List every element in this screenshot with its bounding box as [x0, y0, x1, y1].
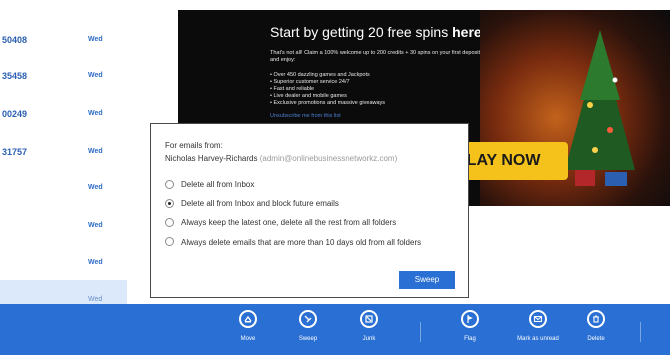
ad-bullet: • Superior customer service 24/7 — [270, 79, 350, 85]
delete-command[interactable]: Delete — [574, 310, 618, 342]
command-label: Delete — [587, 336, 605, 342]
list-item[interactable]: 31757 Wed — [0, 134, 127, 170]
separator — [420, 322, 421, 342]
message-date: Wed — [88, 259, 103, 266]
option-label: Always delete emails that are more than … — [181, 238, 422, 247]
flag-icon — [461, 310, 479, 328]
ad-bullet: • Over 450 dazzling games and Jackpots — [270, 72, 370, 78]
sender-email: (admin@onlinebusinessnetworkz.com) — [259, 154, 398, 163]
message-date: Wed — [88, 148, 103, 155]
separator — [640, 322, 641, 342]
message-date: Wed — [88, 72, 103, 79]
unsubscribe-link[interactable]: Unsubscribe me from this list — [270, 113, 341, 119]
list-item[interactable]: Wed — [0, 170, 127, 206]
move-icon — [239, 310, 257, 328]
list-item[interactable]: 35458 Wed — [0, 58, 127, 94]
list-item[interactable]: 00249 Wed — [0, 96, 127, 132]
message-date: Wed — [88, 222, 103, 229]
command-label: Sweep — [298, 336, 318, 342]
radio-button-selected[interactable] — [165, 199, 174, 208]
sweep-icon — [299, 310, 317, 328]
list-item[interactable]: Wed — [0, 208, 127, 244]
list-item-selected[interactable]: Wed — [0, 280, 127, 304]
message-sender: 00249 — [2, 109, 28, 119]
ad-intro: That's not all! Claim a 100% welcome up … — [270, 50, 481, 63]
junk-icon — [360, 310, 378, 328]
app-bar: Move Sweep Junk Flag Mark as unread Dele… — [0, 304, 670, 355]
sweep-command[interactable]: Sweep — [286, 310, 330, 342]
message-sender: 50408 — [2, 35, 28, 45]
junk-command[interactable]: Junk — [347, 310, 391, 342]
message-date: Wed — [88, 110, 103, 117]
ad-bullet: • Live dealer and mobile games — [270, 93, 347, 99]
move-command[interactable]: Move — [226, 310, 270, 342]
command-label: Mark as unread — [517, 336, 559, 342]
sender-line: Nicholas Harvey-Richards (admin@onlinebu… — [165, 154, 397, 163]
option-label: Delete all from Inbox — [181, 180, 255, 189]
delete-icon — [587, 310, 605, 328]
command-label: Move — [240, 336, 256, 342]
command-label: Junk — [362, 336, 376, 342]
list-item[interactable]: 50408 Wed — [0, 22, 127, 58]
option-label: Delete all from Inbox and block future e… — [181, 199, 339, 208]
ad-title: Start by getting 20 free spins here — [270, 24, 482, 40]
ad-bullet: • Fast and reliable — [270, 86, 315, 92]
message-date: Wed — [88, 184, 103, 191]
flag-command[interactable]: Flag — [448, 310, 492, 342]
message-sender: 31757 — [2, 147, 28, 157]
command-label: Flag — [464, 336, 476, 342]
dialog-header: For emails from: — [165, 141, 223, 150]
radio-button[interactable] — [165, 180, 174, 189]
list-item[interactable]: Wed — [0, 245, 127, 281]
message-sender: 35458 — [2, 71, 28, 81]
sweep-button[interactable]: Sweep — [399, 271, 455, 289]
sweep-dialog: For emails from: Nicholas Harvey-Richard… — [150, 123, 469, 298]
radio-button[interactable] — [165, 218, 174, 227]
ad-bullet: • Exclusive promotions and massive givea… — [270, 100, 386, 106]
email-list: 50408 Wed 35458 Wed 00249 Wed 31757 Wed … — [0, 0, 127, 304]
option-label: Always keep the latest one, delete all t… — [181, 218, 397, 227]
ad-bullets: • Over 450 dazzling games and Jackpots •… — [270, 72, 385, 107]
mark-unread-command[interactable]: Mark as unread — [514, 310, 562, 342]
sender-name: Nicholas Harvey-Richards — [165, 154, 258, 163]
mark-unread-icon — [529, 310, 547, 328]
message-date: Wed — [88, 36, 103, 43]
